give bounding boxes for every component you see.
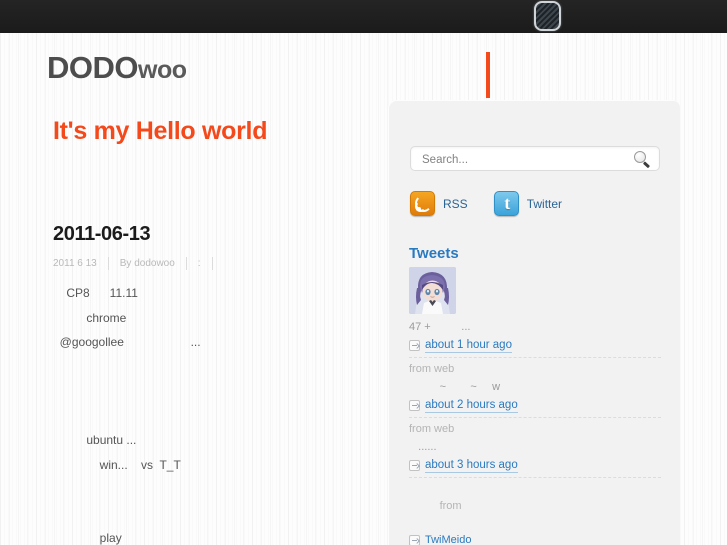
tweet-timestamp[interactable]: about 1 hour ago <box>409 337 661 354</box>
tweet-time-label: about 3 hours ago <box>425 459 518 473</box>
app-badge-shape <box>534 1 561 31</box>
post-header: 2011-06-13 2011 6 13 By dodowoo : <box>53 223 353 270</box>
tweet-source-label: TwiMeido <box>425 532 471 545</box>
site-logo-tail: woo <box>138 56 187 84</box>
main-content: It's my Hello world 2011-06-13 2011 6 13… <box>0 105 388 545</box>
tweet-source: from web <box>409 357 661 378</box>
header-accent-bar <box>486 52 490 98</box>
site-logo[interactable]: DODOwoo <box>47 50 187 86</box>
post-meta-separator <box>107 256 109 270</box>
rss-arc-outer <box>415 195 432 212</box>
tweets-list: 47 + ... about 1 hour ago from web ~ ~ w… <box>409 319 661 545</box>
app-badge-icon <box>534 1 564 35</box>
tweets-heading[interactable]: Tweets <box>409 245 459 262</box>
post-body: CP8 11.11 chrome @googollee ... ubuntu .… <box>59 286 201 545</box>
tweet-source-prefix: from <box>439 500 465 512</box>
twitter-glyph: t <box>504 193 511 213</box>
external-link-icon <box>409 400 420 411</box>
site-header: DODOwoo <box>0 33 727 105</box>
rss-link[interactable]: RSS <box>410 191 468 216</box>
post-meta-extra: : <box>197 257 201 269</box>
post-meta: 2011 6 13 By dodowoo : <box>53 256 353 270</box>
avatar-image <box>409 267 456 314</box>
post-meta-separator <box>185 256 187 270</box>
magnifier-icon[interactable] <box>634 151 651 168</box>
tweet-source: from web <box>409 417 661 438</box>
tweet-timestamp[interactable]: about 3 hours ago <box>409 457 661 474</box>
post-title: 2011-06-13 <box>53 223 151 245</box>
tweet-text: 47 + ... <box>409 321 471 333</box>
tweet-item: ~ ~ w about 2 hours ago from web <box>409 379 661 439</box>
external-link-icon <box>409 460 420 471</box>
tweet-text: ~ ~ w <box>409 381 501 393</box>
post-meta-separator <box>211 256 213 270</box>
search-box[interactable] <box>410 146 660 172</box>
tweet-time-label: about 1 hour ago <box>425 339 512 353</box>
tweet-source: from TwiMeido <box>409 477 661 545</box>
site-tagline: It's my Hello world <box>53 117 268 145</box>
search-input[interactable] <box>422 147 627 172</box>
tweet-text: ...... <box>409 441 437 453</box>
tweet-item: 47 + ... about 1 hour ago from web <box>409 319 661 379</box>
twitter-icon: t <box>493 191 519 216</box>
page-background: DODOwoo It's my Hello world 2011-06-13 2… <box>0 33 727 545</box>
external-link-icon <box>409 340 420 351</box>
rss-icon <box>410 191 435 216</box>
social-links: RSS t Twitter <box>410 191 588 216</box>
magnifier-handle <box>643 161 651 168</box>
tweet-timestamp[interactable]: about 2 hours ago <box>409 397 661 414</box>
tweet-item: ...... about 3 hours ago from TwiMeido <box>409 439 661 545</box>
post-meta-date: 2011 6 13 <box>53 257 97 269</box>
browser-top-bar <box>0 0 727 33</box>
avatar[interactable] <box>409 267 456 314</box>
tweet-time-label: about 2 hours ago <box>425 399 518 413</box>
twitter-label: Twitter <box>526 196 563 211</box>
sidebar: RSS t Twitter Tweets <box>388 100 680 545</box>
rss-label: RSS <box>443 196 468 211</box>
site-logo-lead: DODO <box>47 50 139 85</box>
external-link-icon <box>409 535 420 545</box>
twitter-link[interactable]: t Twitter <box>493 191 563 216</box>
post-meta-author: By dodowoo <box>119 257 175 269</box>
tweet-source-client[interactable]: TwiMeido <box>409 532 661 545</box>
